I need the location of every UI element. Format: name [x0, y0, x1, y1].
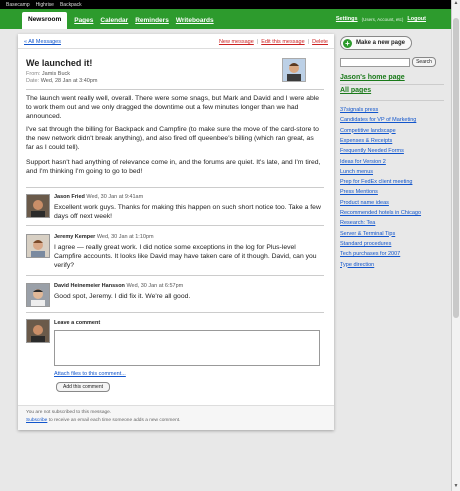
tab-pages[interactable]: Pages — [74, 17, 93, 29]
avatar — [26, 194, 50, 218]
make-new-page-button[interactable]: + Make a new page — [340, 36, 412, 50]
message-title: We launched it! — [26, 58, 93, 68]
tab-calendar[interactable]: Calendar — [100, 17, 128, 29]
avatar — [26, 283, 50, 307]
tab-writeboards[interactable]: Writeboards — [176, 17, 214, 29]
scroll-down-icon[interactable]: ▼ — [452, 483, 460, 491]
make-new-page-label: Make a new page — [356, 40, 406, 46]
app-link-highrise[interactable]: Highrise — [36, 2, 54, 8]
comment-header: Jason Fried Wed, 30 Jan at 9:41am — [54, 194, 144, 200]
sidebar-page-link[interactable]: Type direction — [340, 262, 374, 268]
sidebar-page-link[interactable]: Ideas for Version 2 — [340, 159, 386, 165]
comment-text: Excellent work guys. Thanks for making t… — [54, 204, 321, 221]
settings-note: (Users, Account, etc) — [361, 16, 404, 22]
message-paragraph: I've sat through the billing for Backpac… — [26, 126, 319, 152]
logout-link[interactable]: Logout — [407, 16, 426, 22]
add-comment-button[interactable]: Add this comment — [56, 382, 110, 392]
sidebar-page-link[interactable]: Recommended hotels in Chicago — [340, 210, 421, 216]
subscription-footer: You are not subscribed to this message. … — [18, 405, 334, 430]
all-messages-link[interactable]: « All Messages — [24, 39, 61, 45]
subscribe-link[interactable]: Subscribe — [26, 418, 47, 423]
home-page-link[interactable]: Jason's home page — [340, 74, 405, 81]
sidebar-page-link[interactable]: Frequently Needed Forms — [340, 148, 404, 154]
tab-newsroom[interactable]: Newsroom — [22, 12, 68, 29]
divider — [26, 89, 324, 90]
sidebar-page-link[interactable]: Research: Tea — [340, 220, 375, 226]
message-paragraph: Support hasn't had anything of relevance… — [26, 159, 321, 176]
divider — [340, 84, 444, 85]
message-from: From: Jamis Buck — [26, 71, 71, 77]
app-link-backpack[interactable]: Backpack — [60, 2, 82, 8]
sidebar-page-link[interactable]: Standard procedures — [340, 241, 391, 247]
sidebar-page-link[interactable]: Lunch menus — [340, 169, 373, 175]
message-toolbar: « All Messages New message | Edit this me… — [18, 34, 334, 49]
comment-textarea[interactable] — [54, 330, 320, 366]
divider — [26, 225, 324, 226]
tab-reminders[interactable]: Reminders — [135, 17, 169, 29]
sidebar-page-link[interactable]: Server & Terminal Tips — [340, 231, 395, 237]
current-user-avatar — [26, 319, 50, 343]
sidebar-page-link[interactable]: Candidates for VP of Marketing — [340, 117, 416, 123]
sidebar-page-link[interactable]: Press Mentions — [340, 189, 378, 195]
edit-message-link[interactable]: Edit this message — [261, 39, 304, 45]
sidebar-page-link[interactable]: 37signals press — [340, 107, 378, 113]
app-switcher-bar: Basecamp Highrise Backpack — [0, 0, 458, 9]
message-date: Date: Wed, 28 Jan at 3:40pm — [26, 78, 98, 84]
subscription-status: You are not subscribed to this message. — [26, 410, 112, 415]
comment-text: Good spot, Jeremy. I did fix it. We're a… — [54, 293, 191, 300]
sidebar-page-link[interactable]: Expenses & Receipts — [340, 138, 392, 144]
leave-comment-label: Leave a comment — [54, 320, 101, 326]
sidebar-page-link[interactable]: Competitive landscape — [340, 128, 396, 134]
plus-icon: + — [343, 38, 352, 48]
message-panel: « All Messages New message | Edit this me… — [18, 34, 334, 430]
scrollbar-thumb[interactable] — [453, 18, 459, 318]
sidebar-page-link[interactable]: Tech purchases for 2007 — [340, 251, 400, 257]
scroll-up-icon[interactable]: ▲ — [452, 0, 460, 8]
divider — [340, 100, 444, 101]
new-message-link[interactable]: New message — [219, 39, 254, 45]
divider — [26, 312, 324, 313]
main-nav: Newsroom Pages Calendar Reminders Writeb… — [0, 9, 452, 29]
comment-header: Jeremy Kemper Wed, 30 Jan at 1:10pm — [54, 234, 154, 240]
message-paragraph: The launch went really well, overall. Th… — [26, 95, 320, 121]
settings-link[interactable]: Settings — [336, 16, 358, 22]
comment-header: David Heinemeier Hansson Wed, 30 Jan at … — [54, 283, 184, 289]
sidebar-page-link[interactable]: Product name ideas — [340, 200, 389, 206]
avatar — [26, 234, 50, 258]
app-link-basecamp[interactable]: Basecamp — [6, 2, 30, 8]
attach-files-link[interactable]: Attach files to this comment... — [54, 371, 126, 377]
divider — [26, 187, 324, 188]
subscription-note: Subscribe to receive an email each time … — [26, 418, 181, 423]
search-input[interactable] — [340, 58, 410, 67]
search-button[interactable]: Search — [412, 57, 436, 67]
sidebar-page-link[interactable]: Prep for FedEx client meeting — [340, 179, 412, 185]
all-pages-link[interactable]: All pages — [340, 87, 371, 94]
page-scrollbar[interactable]: ▲ ▼ — [451, 0, 460, 491]
author-avatar — [282, 58, 306, 82]
comment-text: I agree — really great work. I did notic… — [54, 244, 317, 270]
delete-message-link[interactable]: Delete — [312, 39, 328, 45]
divider — [26, 275, 324, 276]
